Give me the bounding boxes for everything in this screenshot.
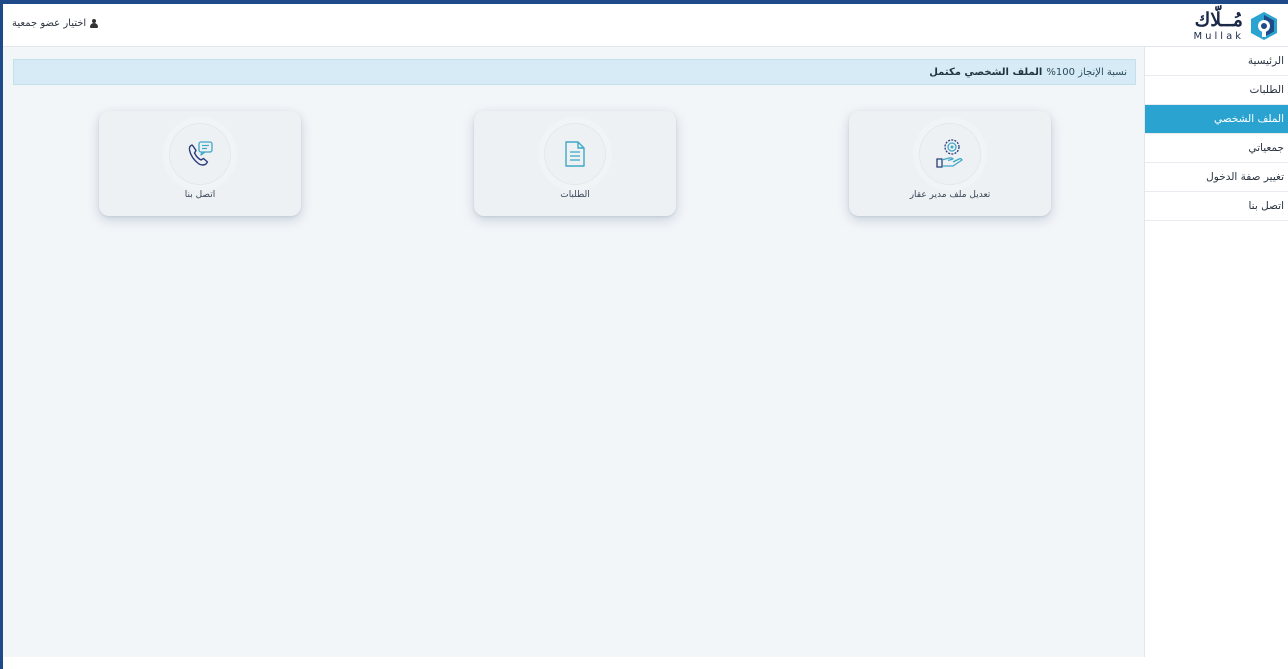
sidebar-item-change-login-role[interactable]: تغيير صفة الدخول [1145, 163, 1288, 192]
alert-progress-text: نسبة الإنجاز 100% [1046, 66, 1127, 78]
top-header: اختيار عضو جمعية مُــلّاك Mullak [3, 4, 1288, 47]
document-icon [565, 141, 585, 167]
user-icon [90, 19, 99, 28]
mullak-logo[interactable]: مُــلّاك Mullak [1194, 7, 1280, 45]
phone-chat-icon [188, 141, 213, 166]
main-content: نسبة الإنجاز 100% الملف الشخصي مكتمل تعد… [3, 47, 1144, 657]
sidebar-nav: الرئيسية الطلبات الملف الشخصي جمعياتي تغ… [1144, 47, 1288, 657]
sidebar-item-home[interactable]: الرئيسية [1145, 47, 1288, 76]
property-manager-icon [936, 139, 963, 168]
sidebar-item-label: جمعياتي [1248, 142, 1284, 154]
alert-status-text: الملف الشخصي مكتمل [929, 66, 1043, 78]
card-requests[interactable]: الطلبات [474, 111, 676, 216]
sidebar-item-requests[interactable]: الطلبات [1145, 76, 1288, 105]
card-icon-circle [544, 123, 606, 185]
card-label: الطلبات [560, 190, 590, 200]
sidebar-item-label: اتصل بنا [1248, 200, 1284, 212]
card-edit-property-manager[interactable]: تعديل ملف مدير عقار [849, 111, 1051, 216]
logo-english: Mullak [1193, 30, 1244, 42]
sidebar-item-my-associations[interactable]: جمعياتي [1145, 134, 1288, 163]
user-link-label: اختيار عضو جمعية [12, 18, 87, 29]
sidebar-item-contact-us[interactable]: اتصل بنا [1145, 192, 1288, 221]
card-contact-us[interactable]: اتصل بنا [99, 111, 301, 216]
sidebar-item-label: الملف الشخصي [1214, 113, 1284, 125]
logo-arabic: مُــلّاك [1194, 8, 1243, 31]
sidebar-item-profile[interactable]: الملف الشخصي [1145, 105, 1288, 134]
profile-complete-alert: نسبة الإنجاز 100% الملف الشخصي مكتمل [13, 59, 1136, 85]
logo-text: مُــلّاك Mullak [1193, 8, 1244, 42]
sidebar-item-label: الرئيسية [1247, 55, 1284, 67]
sidebar-item-label: تغيير صفة الدخول [1206, 171, 1284, 183]
card-label: تعديل ملف مدير عقار [909, 190, 991, 200]
select-association-member-link[interactable]: اختيار عضو جمعية [12, 18, 99, 29]
card-label: اتصل بنا [184, 190, 216, 200]
sidebar-item-label: الطلبات [1249, 84, 1284, 96]
card-icon-circle [169, 123, 231, 185]
bottom-strip [3, 657, 1288, 669]
card-icon-circle [919, 123, 981, 185]
logo-mark-icon [1251, 12, 1277, 40]
